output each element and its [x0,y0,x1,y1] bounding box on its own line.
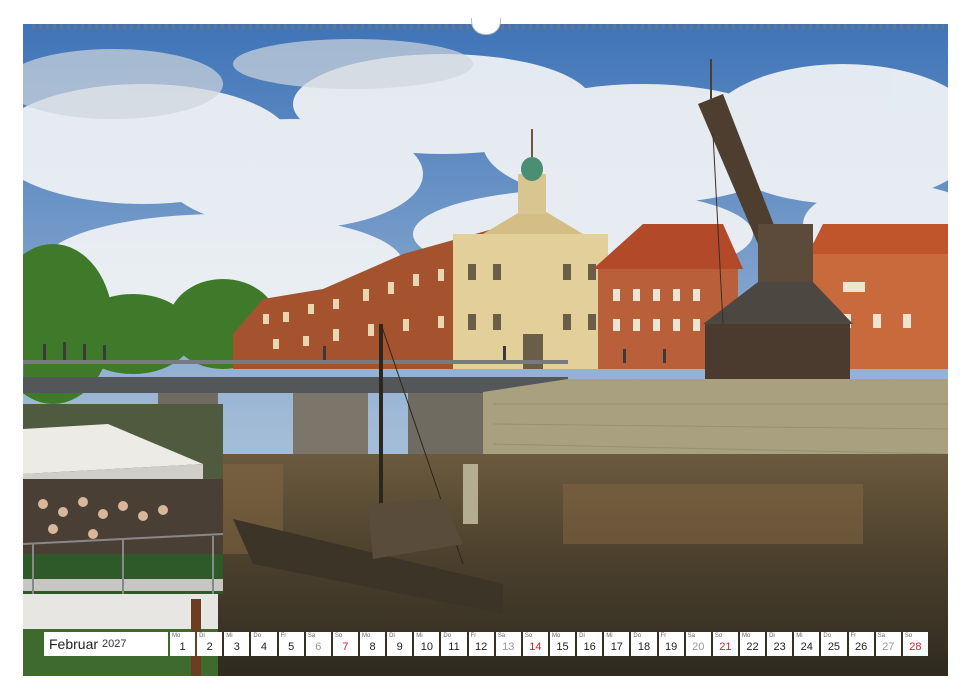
day-number: 15 [556,641,569,653]
day-cell: Mo 8 [359,632,386,656]
day-number: 27 [882,641,895,653]
day-number: 4 [260,641,268,653]
harbor-scene-illustration [23,24,948,676]
day-cell: So 7 [332,632,358,656]
day-cell: Di 16 [577,632,603,656]
day-cell: Mo 15 [549,632,576,656]
day-number: 28 [909,641,922,653]
day-cell: Mi 3 [224,632,250,656]
weekday-label: Di [769,633,775,639]
day-cell: Fr 26 [848,632,874,656]
day-cell: Mi 24 [794,632,820,656]
weekday-label: Sa [687,633,696,639]
calendar-strip: Februar 2027 Mo 1 Di 2 Mi 3 Do 4 Fr 5 Sa 6 So 7 Mo 8 Di 9… [44,632,928,656]
weekday-label: Mo [361,633,371,639]
weekday-label: Mo [172,633,181,639]
day-cell: Fr 12 [468,632,494,656]
weekday-label: So [524,633,533,639]
day-cell: Do 4 [251,632,277,656]
weekday-label: Fr [280,633,287,639]
day-cell: So 28 [902,632,928,656]
weekday-label: Mi [416,633,423,639]
day-cells: Mo 1 Di 2 Mi 3 Do 4 Fr 5 Sa 6 So 7 Mo 8 Di 9 Mi 10 Do 11 Fr 12 S… [170,632,928,656]
day-number: 17 [610,641,623,653]
day-number: 1 [179,641,186,653]
day-number: 5 [288,641,295,653]
month-label: Februar 2027 [44,632,168,656]
day-number: 16 [583,641,596,653]
weekday-label: Sa [307,633,316,639]
weekday-label: So [714,633,723,639]
weekday-label: Do [633,633,642,639]
day-cell: So 14 [522,632,548,656]
day-number: 13 [502,641,515,653]
day-number: 25 [827,641,841,653]
weekday-label: Di [389,633,395,639]
month-year: 2027 [102,638,127,650]
day-cell: Sa 27 [875,632,901,656]
day-number: 18 [637,641,651,653]
day-number: 21 [719,641,732,653]
day-cell: Mo 22 [739,632,766,656]
weekday-label: Fr [850,633,857,639]
day-number: 14 [529,641,542,653]
weekday-label: Fr [660,633,667,639]
day-number: 10 [420,641,433,653]
day-cell: Sa 20 [685,632,711,656]
day-number: 9 [396,641,403,653]
weekday-label: Do [823,633,832,639]
day-cell: Di 2 [197,632,223,656]
day-number: 24 [800,641,813,653]
weekday-label: So [334,633,343,639]
day-cell: Fr 5 [278,632,304,656]
day-cell: Mi 17 [604,632,630,656]
day-cell: Do 18 [631,632,657,656]
day-cell: Mo 1 [170,632,196,656]
day-cell: Fr 19 [658,632,684,656]
day-cell: Mi 10 [414,632,440,656]
day-number: 11 [448,641,460,653]
day-cell: So 21 [712,632,738,656]
day-number: 8 [369,641,376,653]
day-number: 22 [746,641,759,653]
weekday-label: Mo [741,633,751,639]
weekday-label: Sa [497,633,506,639]
weekday-label: Mi [796,633,803,639]
day-number: 3 [233,641,240,653]
weekday-label: So [904,633,913,639]
day-cell: Di 9 [387,632,413,656]
day-number: 7 [342,641,349,653]
weekday-label: Fr [470,633,477,639]
day-cell: Do 11 [441,632,467,656]
weekday-label: Mo [551,633,561,639]
weekday-label: Di [579,633,585,639]
calendar-photo [23,24,948,676]
day-cell: Sa 6 [305,632,331,656]
day-number: 19 [664,641,678,653]
day-number: 2 [206,641,213,653]
month-name: Februar [49,636,99,652]
day-number: 26 [854,641,868,653]
weekday-label: Di [199,633,205,639]
day-number: 6 [315,641,322,653]
weekday-label: Do [253,633,262,639]
weekday-label: Do [443,633,452,639]
day-number: 12 [474,641,488,653]
weekday-label: Mi [606,633,613,639]
weekday-label: Sa [877,633,885,639]
day-cell: Sa 13 [495,632,521,656]
day-cell: Do 25 [821,632,847,656]
weekday-label: Mi [226,633,233,639]
day-number: 23 [773,641,786,653]
day-cell: Di 23 [767,632,793,656]
day-number: 20 [692,641,705,653]
